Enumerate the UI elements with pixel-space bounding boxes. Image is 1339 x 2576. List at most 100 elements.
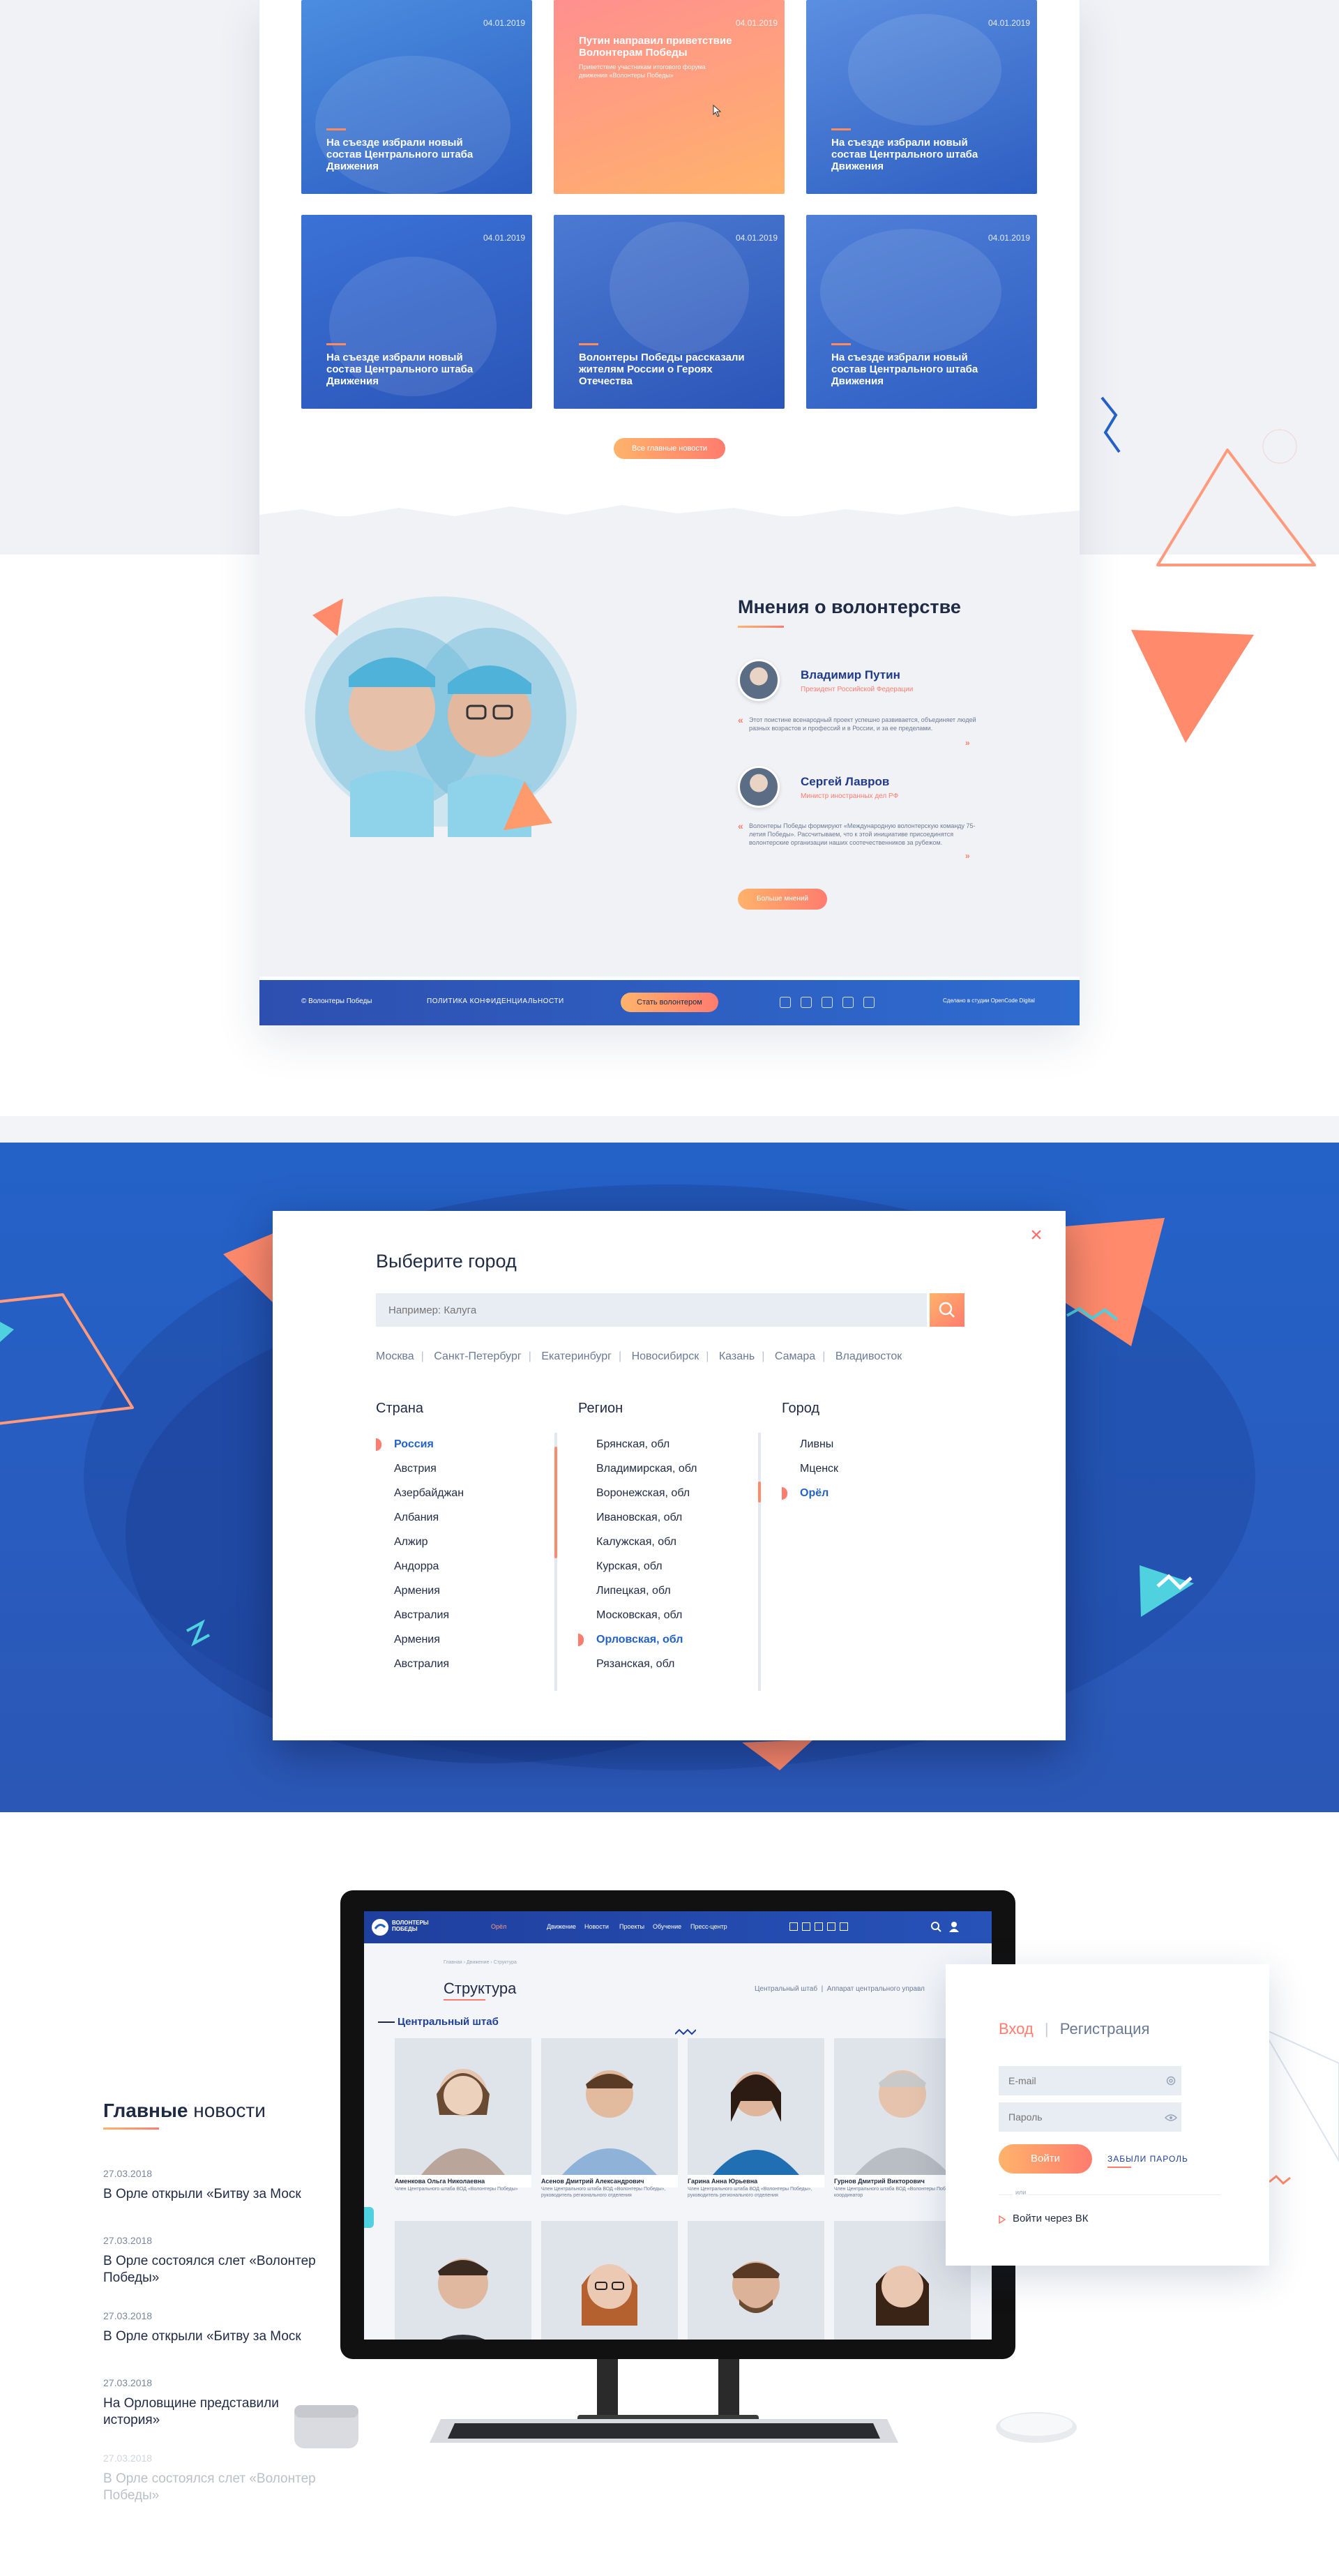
country-item[interactable]: Австралия: [394, 1609, 449, 1622]
city-header: Город: [782, 1401, 820, 1416]
tab-register[interactable]: Регистрация: [1060, 2020, 1150, 2038]
login-panel: Вход | Регистрация Войти ЗАБЫЛИ ПАРОЛЬ и…: [946, 1964, 1269, 2266]
person-card[interactable]: Аменкова Ольга Николаевна Член Центральн…: [395, 2038, 531, 2192]
opinion-author-name[interactable]: Сергей Лавров: [801, 775, 889, 789]
quick-city-link[interactable]: Новосибирск: [632, 1350, 699, 1362]
more-opinions-button[interactable]: Больше мнений: [738, 889, 827, 910]
region-item[interactable]: Орловская, обл: [596, 1634, 683, 1646]
logo-text: ВОЛОНТЕРЫ ПОБЕДЫ: [392, 1920, 429, 1932]
ok-icon[interactable]: [815, 1922, 823, 1931]
news-card[interactable]: 04.01.2019 Волонтеры Победы рассказали ж…: [554, 215, 785, 409]
nav-item[interactable]: Проекты: [619, 1923, 644, 1930]
scrollbar[interactable]: [758, 1433, 761, 1691]
country-item[interactable]: Армения: [394, 1634, 440, 1646]
youtube-icon[interactable]: [801, 997, 812, 1008]
country-item[interactable]: Андорра: [394, 1560, 439, 1573]
scrollbar[interactable]: [554, 1433, 557, 1691]
news-date: 27.03.2018: [103, 2453, 153, 2464]
country-item[interactable]: Россия: [394, 1438, 434, 1451]
quick-city-link[interactable]: Екатеринбург: [541, 1350, 612, 1362]
nav-item[interactable]: Движение: [547, 1923, 576, 1930]
quick-city-link[interactable]: Казань: [719, 1350, 755, 1362]
all-news-button[interactable]: Все главные новости: [614, 438, 725, 459]
person-card[interactable]: Асенов Дмитрий Александрович Член Центра…: [541, 2038, 678, 2198]
search-button[interactable]: [930, 1293, 964, 1327]
nav-item[interactable]: Пресс-центр: [690, 1923, 727, 1930]
city-item[interactable]: Мценск: [800, 1463, 838, 1475]
news-card[interactable]: 04.01.2019 На съезде избрали новый соста…: [806, 0, 1037, 194]
person-card[interactable]: Гарина Анна Юрьевна Член Центрального шт…: [688, 2038, 824, 2198]
breadcrumb[interactable]: Главная › Движение › Структура: [444, 1960, 517, 1965]
region-item[interactable]: Рязанская, обл: [596, 1658, 674, 1671]
news-link[interactable]: В Орле открыли «Битву за Моск: [103, 2186, 333, 2203]
instagram-icon[interactable]: [863, 997, 875, 1008]
region-item[interactable]: Владимирская, обл: [596, 1463, 697, 1475]
country-item[interactable]: Азербайджан: [394, 1487, 464, 1500]
made-by[interactable]: Сделано в студии OpenCode Digital: [943, 997, 1035, 1004]
region-item[interactable]: Воронежская, обл: [596, 1487, 690, 1500]
vk-icon[interactable]: [789, 1922, 798, 1931]
play-icon: [999, 2215, 1006, 2224]
eye-icon[interactable]: [1165, 2114, 1177, 2122]
country-item[interactable]: Австрия: [394, 1463, 437, 1475]
country-item[interactable]: Алжир: [394, 1536, 428, 1549]
city-item[interactable]: Орёл: [800, 1487, 829, 1500]
tab-login[interactable]: Вход: [999, 2020, 1034, 2038]
country-item[interactable]: Австралия: [394, 1658, 449, 1671]
region-item[interactable]: Курская, обл: [596, 1560, 663, 1573]
news-link[interactable]: В Орле состоялся слет «Волонтер Победы»: [103, 2471, 326, 2504]
facebook-icon[interactable]: [842, 997, 854, 1008]
news-link[interactable]: В Орле открыли «Битву за Моск: [103, 2328, 333, 2345]
youtube-icon[interactable]: [802, 1922, 810, 1931]
instagram-icon[interactable]: [840, 1922, 848, 1931]
privacy-link[interactable]: ПОЛИТИКА КОНФИДЕНЦИАЛЬНОСТИ: [427, 997, 564, 1005]
facebook-icon[interactable]: [827, 1922, 835, 1931]
title-accent: [326, 128, 346, 130]
news-date: 27.03.2018: [103, 2377, 153, 2388]
city-item[interactable]: Ливны: [800, 1438, 833, 1451]
country-item[interactable]: Албания: [394, 1512, 439, 1524]
nav-item[interactable]: Обучение: [653, 1923, 681, 1930]
person-name: Гарина Анна Юрьевна: [688, 2178, 758, 2185]
region-item[interactable]: Липецкая, обл: [596, 1585, 671, 1597]
region-item[interactable]: Брянская, обл: [596, 1438, 670, 1451]
quick-city-link[interactable]: Самара: [775, 1350, 815, 1362]
quick-city-link[interactable]: Санкт-Петербург: [434, 1350, 521, 1362]
login-button[interactable]: Войти: [999, 2144, 1092, 2174]
region-item[interactable]: Ивановская, обл: [596, 1512, 682, 1524]
news-card[interactable]: 04.01.2019 На съезде избрали новый соста…: [301, 0, 532, 194]
password-field[interactable]: [999, 2102, 1181, 2132]
city-selector[interactable]: Орёл: [491, 1923, 506, 1930]
news-card[interactable]: 04.01.2019 На съезде избрали новый соста…: [301, 215, 532, 409]
structure-tabs[interactable]: Центральный штаб | Аппарат центрального …: [755, 1985, 925, 1993]
email-field[interactable]: [999, 2066, 1181, 2095]
vk-login-link[interactable]: Войти через ВК: [1013, 2213, 1088, 2224]
person-card[interactable]: [395, 2221, 531, 2340]
close-icon[interactable]: ×: [1028, 1225, 1045, 1246]
chevron-right-icon[interactable]: »: [965, 851, 970, 861]
region-item[interactable]: Калужская, обл: [596, 1536, 676, 1549]
user-icon[interactable]: [948, 1921, 960, 1932]
become-volunteer-button[interactable]: Стать волонтером: [621, 993, 718, 1012]
search-icon[interactable]: [930, 1921, 941, 1932]
news-link[interactable]: В Орле состоялся слет «Волонтер Победы»: [103, 2253, 326, 2287]
opinion-author-name[interactable]: Владимир Путин: [801, 668, 900, 682]
news-excerpt: Приветствие участникам итогового форума …: [579, 63, 706, 79]
opinions-title: Мнения о волонтерстве: [738, 596, 961, 617]
quick-city-link[interactable]: Владивосток: [835, 1350, 902, 1362]
auth-tabs: Вход | Регистрация: [999, 2020, 1149, 2038]
ok-icon[interactable]: [822, 997, 833, 1008]
person-card[interactable]: [541, 2221, 678, 2340]
nav-item[interactable]: Новости: [584, 1923, 609, 1930]
city-list: Ливны Мценск Орёл: [782, 1433, 963, 1691]
vk-icon[interactable]: [780, 997, 791, 1008]
news-card[interactable]: 04.01.2019 Путин направил приветствие Во…: [554, 0, 785, 194]
forgot-password-link[interactable]: ЗАБЫЛИ ПАРОЛЬ: [1107, 2154, 1188, 2164]
person-card[interactable]: [688, 2221, 824, 2340]
chevron-right-icon[interactable]: »: [965, 738, 970, 748]
country-item[interactable]: Армения: [394, 1585, 440, 1597]
news-card[interactable]: 04.01.2019 На съезде избрали новый соста…: [806, 215, 1037, 409]
city-search-input[interactable]: [376, 1293, 927, 1327]
quick-city-link[interactable]: Москва: [376, 1350, 414, 1362]
region-item[interactable]: Московская, обл: [596, 1609, 682, 1622]
